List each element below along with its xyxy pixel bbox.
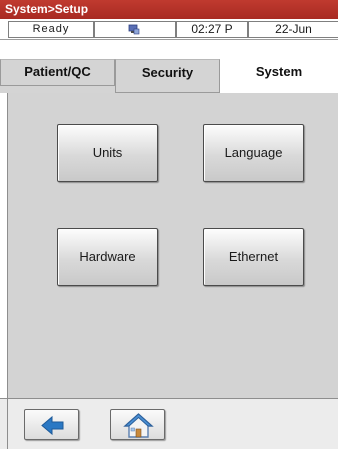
divider <box>7 399 8 449</box>
hardware-button[interactable]: Hardware <box>57 228 158 286</box>
status-network <box>94 21 176 38</box>
back-button[interactable] <box>24 409 79 440</box>
home-button[interactable] <box>110 409 165 440</box>
tab-patient-qc[interactable]: Patient/QC <box>0 59 115 86</box>
status-date: 22-Jun <box>248 21 338 38</box>
device-screen: System>Setup Ready 02:27 P 22-Jun Patien… <box>0 0 338 449</box>
bottom-nav-bar <box>0 398 338 449</box>
window-title: System>Setup <box>0 0 338 19</box>
language-button[interactable]: Language <box>203 124 304 182</box>
network-icon <box>128 24 140 35</box>
status-bar: Ready 02:27 P 22-Jun <box>0 19 338 40</box>
ethernet-button[interactable]: Ethernet <box>203 228 304 286</box>
back-arrow-icon <box>41 415 64 436</box>
status-time: 02:27 P <box>176 21 248 38</box>
tab-system[interactable]: System <box>220 59 338 93</box>
status-ready: Ready <box>8 21 94 38</box>
units-button[interactable]: Units <box>57 124 158 182</box>
tab-security[interactable]: Security <box>115 59 220 93</box>
system-panel: Units Language Hardware Ethernet <box>7 93 338 398</box>
tab-bar: Patient/QC Security System <box>0 59 338 93</box>
home-icon <box>123 413 154 438</box>
